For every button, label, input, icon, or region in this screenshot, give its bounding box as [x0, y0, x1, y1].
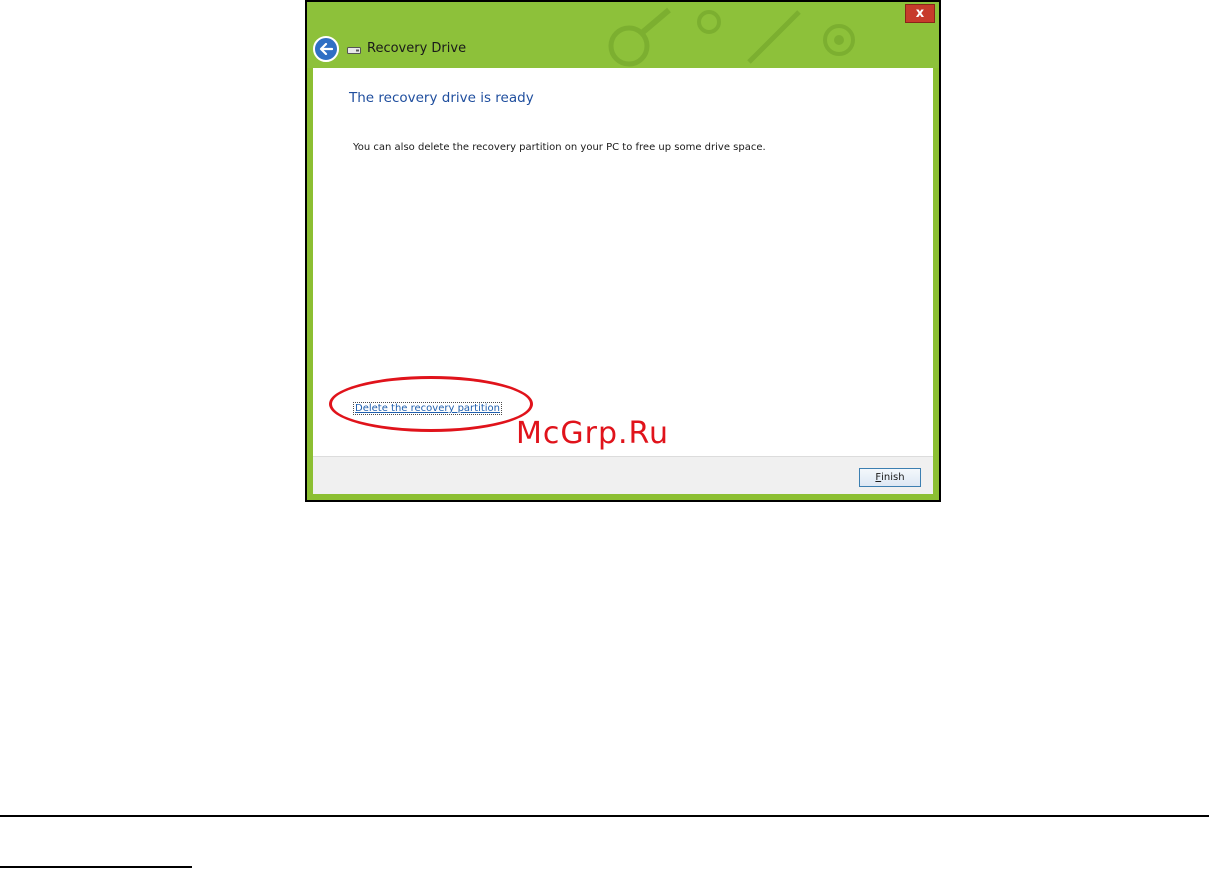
- background-tools-icon: [608, 7, 855, 67]
- footer-bar: Finish: [313, 456, 933, 494]
- finish-label: inish: [881, 472, 905, 483]
- window-title: Recovery Drive: [367, 41, 467, 56]
- titlebar: x Recovery Drive: [307, 2, 939, 68]
- close-button[interactable]: x: [905, 4, 935, 23]
- watermark: McGrp.Ru: [516, 416, 670, 451]
- footnote-divider: [0, 866, 192, 868]
- recovery-drive-window: x Recovery Drive The recovery drive is r…: [305, 0, 941, 502]
- drive-icon: [347, 47, 361, 54]
- finish-button[interactable]: Finish: [859, 468, 921, 487]
- back-button[interactable]: [313, 36, 339, 62]
- page-heading: The recovery drive is ready: [349, 90, 534, 106]
- close-icon: x: [915, 6, 925, 21]
- page-divider: [0, 815, 1209, 817]
- content-pane: The recovery drive is ready You can also…: [313, 68, 933, 456]
- delete-recovery-partition-link[interactable]: Delete the recovery partition: [353, 402, 503, 415]
- body-text: You can also delete the recovery partiti…: [353, 142, 766, 153]
- back-arrow-icon: [319, 43, 333, 55]
- document-page: x Recovery Drive The recovery drive is r…: [0, 0, 1209, 869]
